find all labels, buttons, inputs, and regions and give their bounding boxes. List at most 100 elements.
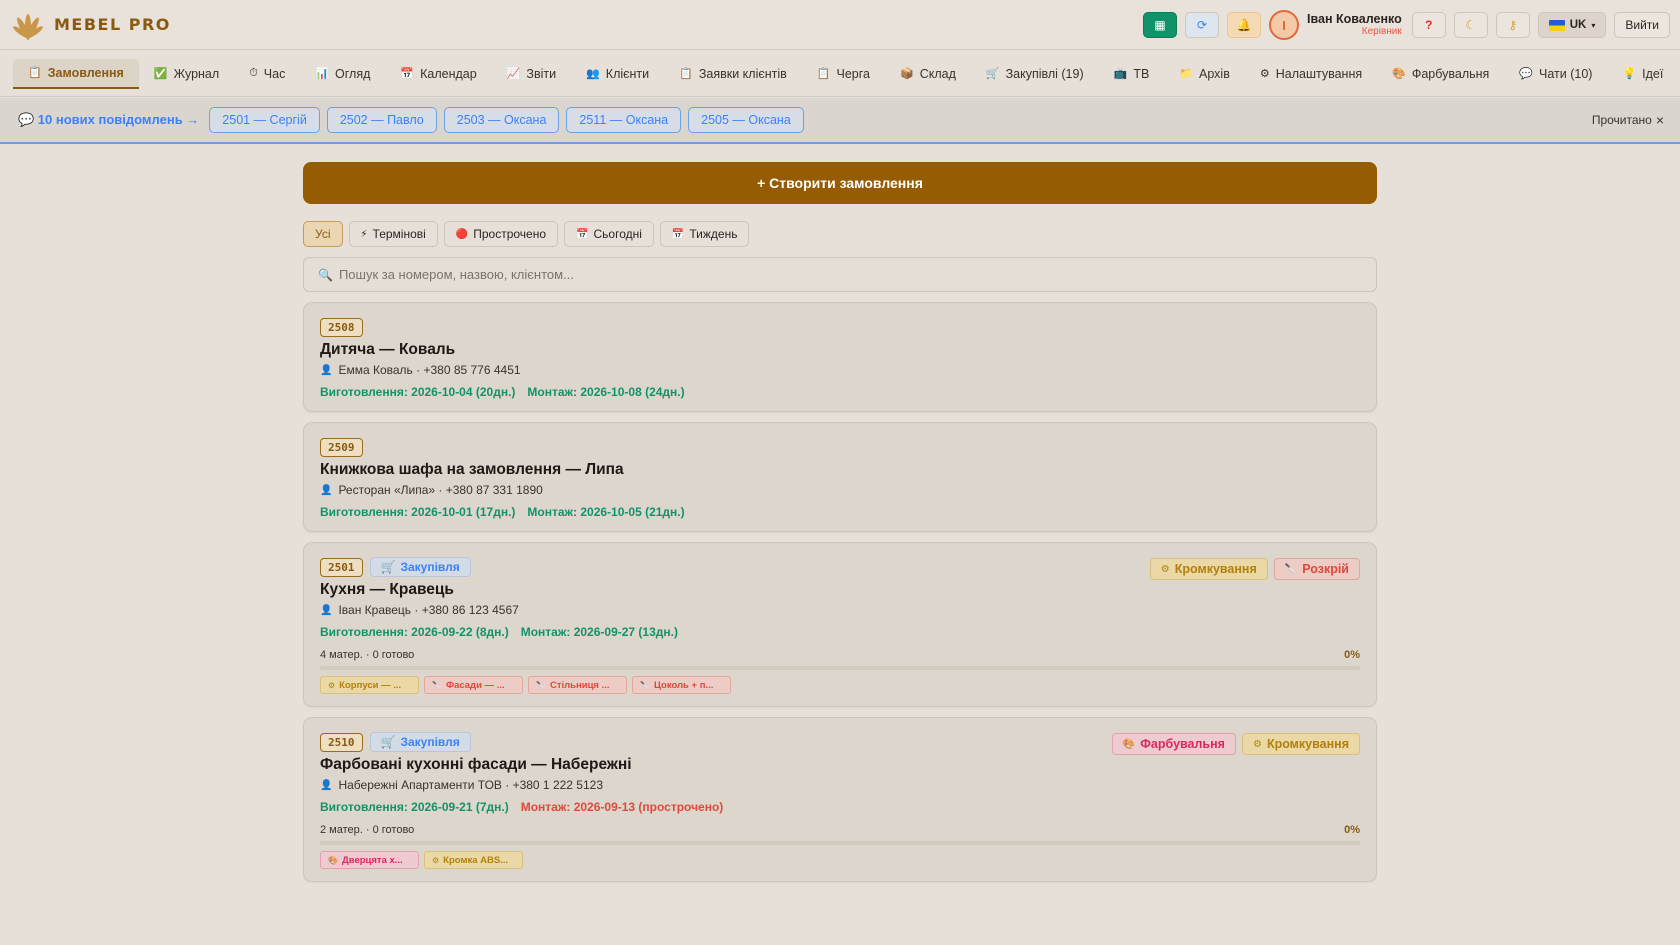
notifications-button[interactable]: 🔔 <box>1227 12 1262 38</box>
nav-label: Налаштування <box>1275 66 1363 81</box>
nav-item-1[interactable]: ✅ Журнал <box>139 59 234 89</box>
process-icon: 🎨 <box>1122 738 1136 750</box>
theme-toggle-button[interactable]: ☾ <box>1453 12 1488 38</box>
client-info: Ресторан «Липа» · +380 87 331 1890 <box>338 483 543 497</box>
mark-read-button[interactable]: Прочитано × <box>1592 112 1664 128</box>
material-icon: 🔪 <box>536 680 546 690</box>
order-number: 2510 <box>320 732 363 752</box>
filter-icon: 📅 <box>671 228 685 240</box>
nav-item-16[interactable]: 💡 Ідеї <box>1607 59 1678 89</box>
nav-label: Замовлення <box>47 65 124 80</box>
avatar[interactable]: І <box>1269 10 1300 40</box>
nav-icon: 📦 <box>899 68 914 80</box>
nav-item-6[interactable]: 👥 Клієнти <box>571 59 664 89</box>
nav-item-10[interactable]: 🛒 Закупівлі (19) <box>971 59 1099 89</box>
process-icon: ⚙ <box>1252 738 1262 750</box>
order-card[interactable]: 2508 Дитяча — Коваль 👤 Емма Коваль · +380 8… <box>303 302 1377 412</box>
chevron-down-icon: ▾ <box>1591 20 1596 30</box>
language-label: UK <box>1569 19 1587 31</box>
order-dates: Виготовлення: 2026-10-04 (20дн.) Монтаж: … <box>320 385 1360 399</box>
help-button[interactable]: ? <box>1411 12 1446 38</box>
order-title: Фарбовані кухонні фасади — Набережні <box>320 756 632 773</box>
logout-button[interactable]: Вийти <box>1614 12 1670 38</box>
process-label: Фарбувальня <box>1140 737 1225 751</box>
nav-icon: 💬 <box>1519 68 1534 80</box>
bell-icon: 🔔 <box>1236 18 1252 32</box>
progress-bar <box>320 841 1360 845</box>
refresh-button[interactable]: ⟳ <box>1185 12 1220 38</box>
nav-item-0[interactable]: 📋 Замовлення <box>13 58 139 89</box>
order-dates: Виготовлення: 2026-10-01 (17дн.) Монтаж: … <box>320 505 1360 519</box>
nav-item-7[interactable]: 📋 Заявки клієнтів <box>664 59 802 89</box>
material-tag[interactable]: ⚙ Кромка ABS... <box>424 851 523 869</box>
key-button[interactable]: ⚷ <box>1495 12 1530 38</box>
search-box[interactable]: 🔍 <box>303 257 1377 292</box>
nav-item-2[interactable]: ⏱ Час <box>234 59 300 89</box>
nav-item-5[interactable]: 📈 Звіти <box>492 59 571 89</box>
chat-chip[interactable]: 2503 — Оксана <box>443 107 560 133</box>
nav-item-8[interactable]: 📋 Черга <box>802 59 885 89</box>
materials-count: 4 матер. · 0 готово <box>320 649 415 661</box>
process-tag: ⚙ Кромкування <box>1241 733 1360 755</box>
chat-chip[interactable]: 2505 — Оксана <box>688 107 804 133</box>
material-icon: 🔪 <box>432 680 442 690</box>
grid-button[interactable]: ▦ <box>1143 12 1178 38</box>
chat-chip[interactable]: 2511 — Оксана <box>566 107 682 133</box>
main-nav: 📋 Замовлення ✅ Журнал ⏱ Час 📊 Огляд 📅 Календар 📈 Зв… <box>0 51 1680 97</box>
language-select[interactable]: UK ▾ <box>1537 12 1607 38</box>
install-date: Монтаж: 2026-10-05 (21дн.) <box>527 505 685 519</box>
order-title: Дитяча — Коваль <box>320 341 456 358</box>
create-order-button[interactable]: + Створити замовлення <box>303 162 1377 204</box>
filter-button[interactable]: Усі <box>303 221 343 247</box>
nav-item-9[interactable]: 📦 Склад <box>885 59 971 89</box>
process-label: Розкрій <box>1302 562 1349 576</box>
stage-badge: 🛒 Закупівля <box>369 557 471 577</box>
material-tag[interactable]: 🔪 Фасади — ... <box>424 676 523 694</box>
cart-icon: 🛒 <box>380 560 396 574</box>
filter-button[interactable]: ⚡ Термінові <box>348 221 438 247</box>
nav-item-4[interactable]: 📅 Календар <box>385 59 491 89</box>
nav-item-14[interactable]: 🎨 Фарбувальня <box>1377 59 1504 89</box>
person-icon: 👤 <box>320 604 333 616</box>
progress-percent: 0% <box>1344 649 1360 661</box>
material-tag[interactable]: 🎨 Дверцята х... <box>320 851 419 869</box>
material-tag[interactable]: ⚙ Корпуси — ... <box>320 676 419 694</box>
notification-text[interactable]: 💬 10 нових повідомлень → <box>18 112 199 128</box>
materials-row: 4 матер. · 0 готово 0% <box>320 649 1360 661</box>
nav-item-12[interactable]: 📁 Архів <box>1164 59 1245 89</box>
nav-label: Черга <box>836 66 870 81</box>
filter-label: Прострочено <box>473 227 547 241</box>
stage-badge: 🛒 Закупівля <box>369 732 471 752</box>
nav-item-13[interactable]: ⚙ Налаштування <box>1245 59 1377 89</box>
nav-label: Заявки клієнтів <box>698 66 787 81</box>
order-card[interactable]: 2510 🛒 Закупівля 🎨 Фарбувальня ⚙ Кромкування Фа… <box>303 717 1377 882</box>
order-card[interactable]: 2509 Книжкова шафа на замовлення — Липа 👤 Р… <box>303 422 1377 532</box>
person-icon: 👤 <box>320 364 333 376</box>
production-date: Виготовлення: 2026-09-22 (8дн.) <box>320 625 509 639</box>
chat-chip[interactable]: 2502 — Павло <box>326 107 437 133</box>
search-input[interactable] <box>338 267 1239 282</box>
logo[interactable]: MEBEL PRO <box>10 7 171 43</box>
material-tag[interactable]: 🔪 Стільниця ... <box>528 676 627 694</box>
nav-label: Чати (10) <box>1539 66 1593 81</box>
process-icon: 🔪 <box>1284 563 1298 575</box>
orders-panel: + Створити замовлення Усі ⚡ Термінові 🔴 Прос… <box>303 162 1377 882</box>
close-icon: × <box>1655 112 1664 128</box>
logo-text: MEBEL PRO <box>54 15 171 34</box>
material-tag[interactable]: 🔪 Цоколь + п... <box>632 676 731 694</box>
nav-item-15[interactable]: 💬 Чати (10) <box>1504 59 1607 89</box>
chat-chip[interactable]: 2501 — Сергій <box>209 107 320 133</box>
client-info: Іван Кравець · +380 86 123 4567 <box>338 603 519 617</box>
nav-label: Огляд <box>335 66 371 81</box>
production-date: Виготовлення: 2026-10-01 (17дн.) <box>320 505 516 519</box>
order-number: 2508 <box>320 317 363 337</box>
filter-button[interactable]: 🔴 Прострочено <box>443 221 559 247</box>
nav-item-11[interactable]: 📺 ТВ <box>1099 59 1165 89</box>
card-header: 2508 <box>320 316 1360 338</box>
filter-button[interactable]: 📅 Тиждень <box>659 221 750 247</box>
order-number: 2509 <box>320 437 363 457</box>
nav-item-3[interactable]: 📊 Огляд <box>300 59 385 89</box>
order-card[interactable]: 2501 🛒 Закупівля ⚙ Кромкування 🔪 Розкрій Кухня … <box>303 542 1377 707</box>
nav-icon: 📅 <box>400 68 415 80</box>
filter-button[interactable]: 📅 Сьогодні <box>564 221 654 247</box>
